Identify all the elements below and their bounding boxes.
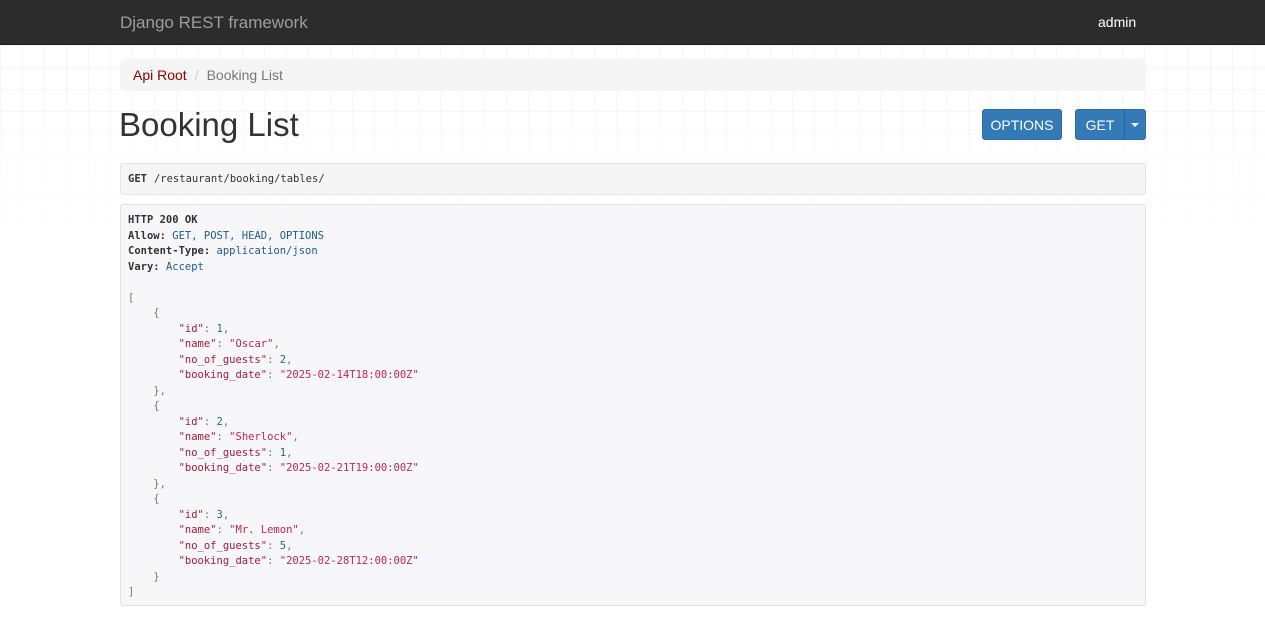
json-key: "no_of_guests" [178,446,268,459]
json-field-id: "id": 2, [178,415,230,428]
json-object-close: } [128,570,1138,586]
json-field-name: "name": "Sherlock", [178,431,299,443]
response-header: Vary: Accept [128,260,1138,276]
get-format-dropdown-button[interactable] [1124,109,1146,140]
json-key: "no_of_guests" [178,353,268,366]
json-array-open: [ [128,291,135,304]
caret-down-icon [1131,122,1139,127]
json-brace: { [153,493,160,505]
json-object-open: { [128,306,1138,322]
breadcrumb: Api Root / Booking List [120,59,1146,91]
json-field-name: "name": "Oscar", [178,338,280,350]
json-key: "id" [178,508,204,521]
json-array-close: ] [128,586,135,598]
breadcrumb-separator: / [194,67,199,83]
json-field-guests: "no_of_guests": 1, [178,446,293,459]
breadcrumb-current: Booking List [206,67,283,83]
json-value: "Mr. Lemon" [229,524,299,536]
json-object-close: }, [153,384,166,397]
json-object-open: { [128,492,1138,508]
json-field-date: "booking_date": "2025-02-28T12:00:00Z" [178,555,419,567]
request-info: GET /restaurant/booking/tables/ [120,163,1146,195]
request-path: /restaurant/booking/tables/ [153,173,325,185]
brand-link[interactable]: Django REST framework [120,13,308,33]
json-value: "Sherlock" [229,431,293,443]
get-button[interactable]: GET [1075,109,1125,140]
json-object-close: }, [153,477,166,490]
json-brace: { [153,400,160,412]
json-key: "no_of_guests" [178,539,268,552]
json-field-date: "booking_date": "2025-02-14T18:00:00Z" [178,369,419,381]
header-value: GET, POST, HEAD, OPTIONS [172,229,324,242]
json-key: "id" [178,322,204,335]
json-brace: { [153,307,160,319]
header-key: Allow: [128,229,166,242]
header-value: application/json [216,245,318,257]
json-field-guests: "no_of_guests": 5, [178,539,293,552]
json-value: "2025-02-14T18:00:00Z" [279,369,419,381]
user-menu[interactable]: admin [1098,14,1136,30]
response-status: HTTP 200 OK [128,214,198,226]
request-method: GET [128,173,147,185]
main-content: Api Root / Booking List Booking List OPT… [0,0,1265,628]
json-key: "booking_date" [178,555,268,567]
json-field-id: "id": 3, [178,508,230,521]
json-key: "id" [178,415,204,428]
breadcrumb-api-root-link[interactable]: Api Root [133,67,187,83]
top-navbar: Django REST framework admin [0,0,1265,45]
json-key: "booking_date" [178,369,268,381]
json-field-name: "name": "Mr. Lemon", [178,524,306,536]
response-header: Allow: GET, POST, HEAD, OPTIONS [128,229,1138,245]
json-key: "name" [178,338,217,350]
response-header: Content-Type: application/json [128,244,1138,260]
json-key: "name" [178,431,217,443]
json-key: "booking_date" [178,462,268,474]
json-key: "name" [178,524,217,536]
json-field-date: "booking_date": "2025-02-21T19:00:00Z" [178,462,419,474]
json-value: "2025-02-28T12:00:00Z" [279,555,419,567]
header-key: Content-Type: [128,245,211,257]
json-field-guests: "no_of_guests": 2, [178,353,293,366]
options-button[interactable]: OPTIONS [982,109,1062,140]
json-value: "2025-02-21T19:00:00Z" [279,462,419,474]
json-field-id: "id": 1, [178,322,230,335]
response-info: HTTP 200 OK Allow: GET, POST, HEAD, OPTI… [120,204,1146,606]
json-brace: } [153,570,160,583]
header-value: Accept [165,260,204,273]
json-object-open: { [128,399,1138,415]
header-key: Vary: [128,260,160,273]
json-value: "Oscar" [229,338,274,350]
page-title: Booking List [119,106,299,143]
